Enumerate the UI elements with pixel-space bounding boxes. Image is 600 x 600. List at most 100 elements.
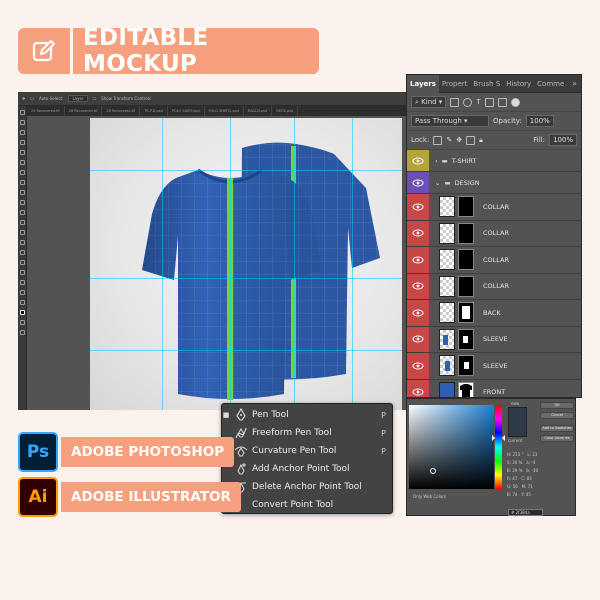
menu-item-pen-tool[interactable]: ■ Pen Tool P (222, 406, 392, 424)
pixel-filter-icon[interactable] (450, 97, 460, 107)
shape-filter-icon[interactable] (484, 97, 494, 107)
value-input[interactable]: 45 (526, 492, 531, 497)
lock-paint-icon[interactable]: ✎ (446, 136, 452, 144)
lasso-tool-icon[interactable] (19, 130, 25, 135)
value-input[interactable]: 29 (512, 468, 517, 473)
fill-input[interactable]: 100% (548, 134, 577, 146)
value-input[interactable]: 47 (512, 476, 517, 481)
value-input[interactable]: -4 (531, 460, 535, 465)
visibility-eye-icon[interactable] (407, 172, 429, 193)
tab-layers[interactable]: Layers (407, 75, 439, 93)
visibility-eye-icon[interactable] (407, 247, 429, 273)
menu-item-add-anchor-point-tool[interactable]: Add Anchor Point Tool (222, 460, 392, 478)
menu-item-freeform-pen-tool[interactable]: Freeform Pen Tool P (222, 424, 392, 442)
cancel-button[interactable]: Cancel (540, 412, 574, 419)
lock-all-icon[interactable]: 🔒︎ (479, 136, 483, 145)
hex-input[interactable]: # 2f384a (508, 509, 543, 516)
doc-tab[interactable]: POLO SHIRT2.psd (205, 106, 244, 116)
crop-tool-icon[interactable] (19, 150, 25, 155)
value-input[interactable]: 83 (527, 476, 532, 481)
brush-tool-icon[interactable] (19, 180, 25, 185)
transform-controls-checkbox[interactable]: ☐ (93, 96, 97, 101)
document-canvas[interactable] (90, 118, 402, 410)
menu-item-curvature-pen-tool[interactable]: Curvature Pen Tool P (222, 442, 392, 460)
visibility-eye-icon[interactable] (407, 220, 429, 246)
layer-row[interactable]: COLLAR (407, 220, 581, 247)
visibility-eye-icon[interactable] (407, 353, 429, 379)
screen-mode-icon[interactable] (19, 330, 25, 335)
adjustment-filter-icon[interactable] (463, 97, 473, 107)
hue-slider[interactable] (492, 405, 505, 489)
path-select-tool-icon[interactable] (19, 270, 25, 275)
move-tool-icon[interactable]: ✥ (22, 96, 25, 101)
value-input[interactable]: 56 (513, 484, 518, 489)
artboard-lock-icon[interactable] (466, 135, 476, 145)
layer-group-tshirt[interactable]: › ▬ T-SHIRT (407, 150, 581, 172)
history-brush-tool-icon[interactable] (19, 200, 25, 205)
doc-tab[interactable]: RAGLN.psd (244, 106, 273, 116)
add-to-swatches-button[interactable]: Add to Swatches (540, 425, 574, 432)
hand-tool-icon[interactable] (19, 290, 25, 295)
quick-mask-icon[interactable] (19, 320, 25, 325)
eraser-tool-icon[interactable] (19, 210, 25, 215)
doc-tab[interactable]: 26 Recovered.tif (65, 106, 103, 116)
visibility-eye-icon[interactable] (407, 300, 429, 326)
menu-item-delete-anchor-point-tool[interactable]: Delete Anchor Point Tool (222, 478, 392, 496)
panel-menu-icon[interactable]: » (572, 79, 581, 88)
expand-arrow-icon[interactable]: › (435, 157, 438, 165)
color-swatches-icon[interactable] (19, 310, 25, 315)
auto-select-dropdown[interactable]: Layer (68, 95, 88, 102)
collapse-arrow-icon[interactable]: ⌄ (435, 179, 440, 187)
smart-object-filter-icon[interactable] (497, 97, 507, 107)
value-input[interactable]: -10 (532, 468, 539, 473)
tab-brush-settings[interactable]: Brush S (470, 75, 503, 93)
tab-comments[interactable]: Comme (534, 75, 567, 93)
value-input[interactable]: 71 (528, 484, 533, 489)
type-filter-icon[interactable]: T (476, 98, 480, 106)
visibility-eye-icon[interactable] (407, 326, 429, 352)
opacity-input[interactable]: 100% (525, 115, 554, 127)
tab-history[interactable]: History (503, 75, 534, 93)
healing-tool-icon[interactable] (19, 170, 25, 175)
pen-tool-icon[interactable] (19, 250, 25, 255)
layer-group-design[interactable]: ⌄ ▬ DESIGN (407, 172, 581, 194)
value-input[interactable]: 36 (512, 460, 517, 465)
visibility-eye-icon[interactable] (407, 150, 429, 171)
doc-tab[interactable]: POLO SHIRT.psd (168, 106, 205, 116)
color-libraries-button[interactable]: Color Libraries (540, 435, 574, 442)
auto-select-checkbox[interactable]: ☐ (30, 96, 34, 101)
kind-filter-dropdown[interactable]: ⌕ Kind ▾ (411, 96, 447, 108)
lock-transparent-icon[interactable] (433, 135, 443, 145)
tab-properties[interactable]: Propert (439, 75, 470, 93)
layer-row[interactable]: COLLAR (407, 247, 581, 274)
zoom-tool-icon[interactable] (19, 300, 25, 305)
menu-item-convert-point-tool[interactable]: Convert Point Tool (222, 496, 392, 514)
clone-stamp-tool-icon[interactable] (19, 190, 25, 195)
layer-row[interactable]: FRONT (407, 379, 581, 397)
filter-toggle-icon[interactable] (510, 97, 520, 107)
dodge-tool-icon[interactable] (19, 240, 25, 245)
lock-position-icon[interactable]: ✥ (456, 136, 462, 144)
doc-tab[interactable]: TR-P-B.psd (140, 106, 168, 116)
visibility-eye-icon[interactable] (407, 194, 429, 220)
layer-row[interactable]: BACK (407, 300, 581, 327)
quick-select-tool-icon[interactable] (19, 140, 25, 145)
doc-tab[interactable]: 25 Recovered.tif (27, 106, 65, 116)
blend-mode-dropdown[interactable]: Pass Through ▾ (411, 115, 489, 127)
type-tool-icon[interactable] (19, 260, 25, 265)
gradient-tool-icon[interactable] (19, 220, 25, 225)
eyedropper-tool-icon[interactable] (19, 160, 25, 165)
doc-tab[interactable]: NECK.psd (272, 106, 299, 116)
only-web-colors-checkbox[interactable]: Only Web Colors (413, 494, 446, 499)
layer-row[interactable]: SLEEVE (407, 326, 581, 353)
value-input[interactable]: 23 (532, 452, 537, 457)
doc-tab[interactable]: 29 Recovered.tif (102, 106, 141, 116)
color-field[interactable] (409, 405, 494, 489)
visibility-eye-icon[interactable] (407, 273, 429, 299)
marquee-tool-icon[interactable] (19, 120, 25, 125)
visibility-eye-icon[interactable] (407, 379, 429, 397)
value-input[interactable]: 213 (513, 452, 521, 457)
move-tool-icon[interactable] (19, 110, 25, 115)
layer-row[interactable]: COLLAR (407, 194, 581, 221)
layer-row[interactable]: COLLAR (407, 273, 581, 300)
